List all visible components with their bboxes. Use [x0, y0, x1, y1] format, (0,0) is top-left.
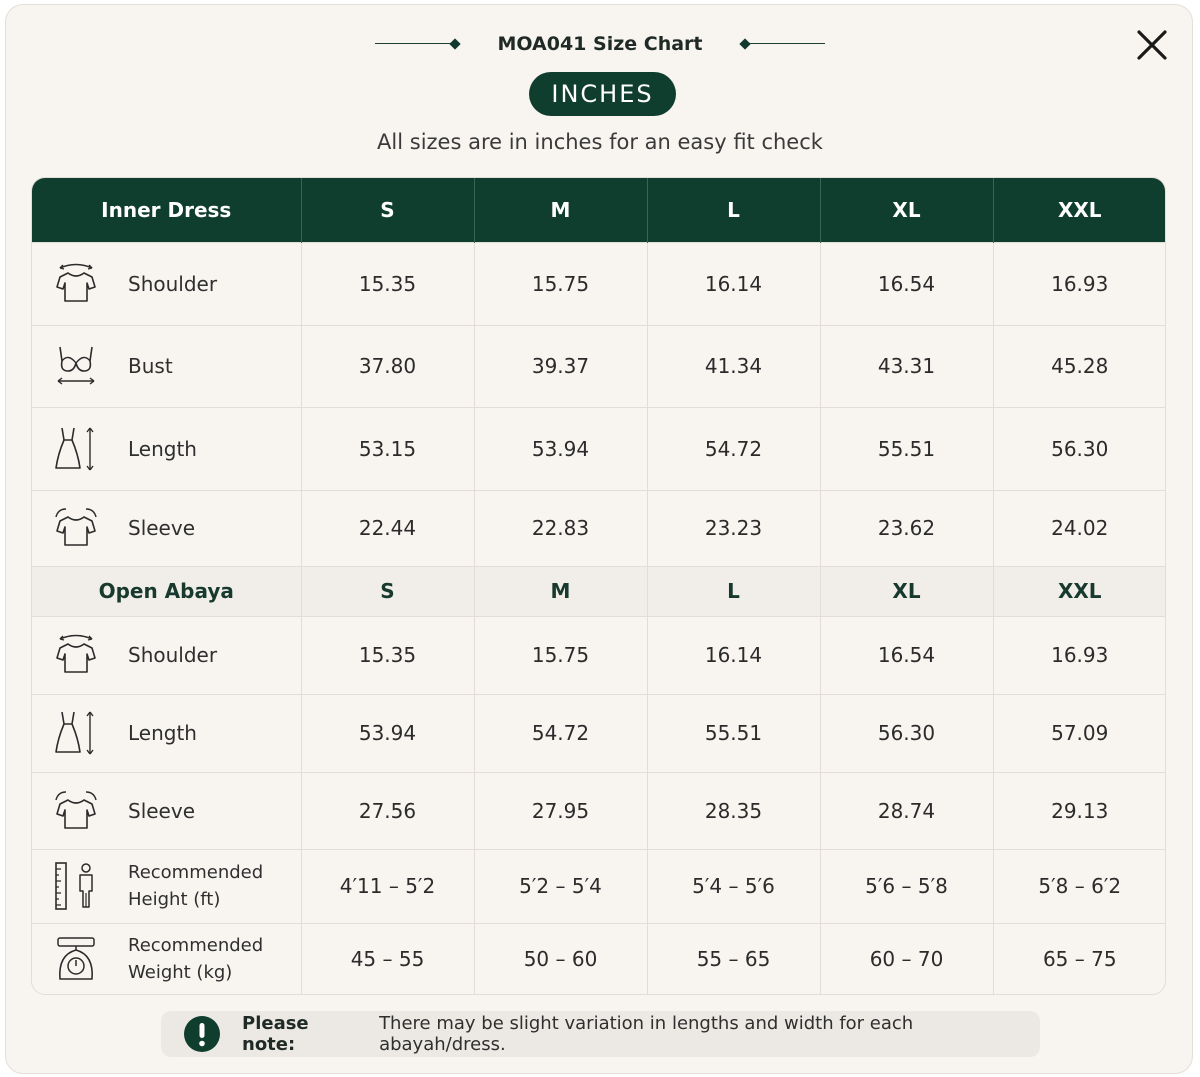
cell-value: 53.15 [301, 406, 475, 490]
table-row: Recommended Height (ft) 4′11 – 5′2 5′2 –… [32, 848, 1165, 923]
cell-value: 4′11 – 5′2 [301, 848, 475, 923]
section-size-l: L [647, 565, 821, 616]
cell-value: 56.30 [820, 693, 994, 772]
title-row: MOA041 Size Chart [6, 29, 1194, 59]
cell-value: 60 – 70 [820, 922, 994, 994]
header-section-label: Inner Dress [32, 178, 302, 242]
dress-length-icon [52, 426, 104, 472]
cell-value: 45.28 [993, 324, 1165, 407]
cell-value: 28.35 [647, 771, 821, 849]
sleeve-icon [52, 505, 104, 551]
cell-value: 53.94 [474, 406, 648, 490]
section-size-s: S [301, 565, 475, 616]
row-label: Shoulder [128, 271, 218, 296]
shirt-width-icon [52, 261, 104, 307]
header-size-xxl: XXL [993, 178, 1165, 242]
cell-value: 54.72 [647, 406, 821, 490]
table-row: Length 53.94 54.72 55.51 56.30 57.09 [32, 693, 1165, 772]
cell-value: 16.54 [820, 615, 994, 694]
row-label: Sleeve [128, 798, 196, 823]
cell-value: 29.13 [993, 771, 1165, 849]
dress-length-icon [52, 710, 104, 756]
cell-value: 16.93 [993, 241, 1165, 325]
table-header-row: Inner Dress S M L XL XXL [32, 178, 1165, 242]
unit-toggle-inches[interactable]: INCHES [531, 74, 674, 114]
section-size-m: M [474, 565, 648, 616]
table-row: Sleeve 27.56 27.95 28.35 28.74 29.13 [32, 771, 1165, 849]
cell-value: 65 – 75 [993, 922, 1165, 994]
please-note-banner: Please note: There may be slight variati… [161, 1011, 1040, 1057]
size-table: Inner Dress S M L XL XXL Shoulder 15.35 … [31, 177, 1166, 995]
cell-value: 15.75 [474, 615, 648, 694]
cell-value: 57.09 [993, 693, 1165, 772]
cell-value: 53.94 [301, 693, 475, 772]
header-size-s: S [301, 178, 475, 242]
cell-value: 43.31 [820, 324, 994, 407]
section-label: Open Abaya [32, 565, 302, 616]
height-icon [52, 862, 104, 910]
cell-value: 24.02 [993, 489, 1165, 566]
header-size-l: L [647, 178, 821, 242]
bra-icon [52, 343, 104, 389]
header-size-xl: XL [820, 178, 994, 242]
exclamation-icon [184, 1016, 220, 1052]
note-text: There may be slight variation in lengths… [379, 1013, 914, 1055]
cell-value: 5′6 – 5′8 [820, 848, 994, 923]
cell-value: 23.23 [647, 489, 821, 566]
cell-value: 22.83 [474, 489, 648, 566]
cell-value: 5′8 – 6′2 [993, 848, 1165, 923]
table-row: Shoulder 15.35 15.75 16.14 16.54 16.93 [32, 615, 1165, 694]
title-ornament-left [375, 37, 462, 51]
cell-value: 16.14 [647, 615, 821, 694]
cell-value: 16.54 [820, 241, 994, 325]
size-chart-modal: MOA041 Size Chart INCHES All sizes are i… [5, 4, 1193, 1074]
cell-value: 16.14 [647, 241, 821, 325]
sleeve-icon [52, 788, 104, 834]
cell-value: 27.56 [301, 771, 475, 849]
title-ornament-right [738, 37, 825, 51]
section-size-xl: XL [820, 565, 994, 616]
cell-value: 16.93 [993, 615, 1165, 694]
row-label: Shoulder [128, 643, 218, 667]
table-row: Length 53.15 53.94 54.72 55.51 56.30 [32, 406, 1165, 490]
table-row: Bust 37.80 39.37 41.34 43.31 45.28 [32, 324, 1165, 407]
cell-value: 50 – 60 [474, 922, 648, 994]
table-row: Sleeve 22.44 22.83 23.23 23.62 24.02 [32, 489, 1165, 566]
cell-value: 23.62 [820, 489, 994, 566]
cell-value: 55 – 65 [647, 922, 821, 994]
cell-value: 54.72 [474, 693, 648, 772]
modal-title: MOA041 Size Chart [497, 33, 703, 55]
header-size-m: M [474, 178, 648, 242]
cell-value: 45 – 55 [301, 922, 475, 994]
cell-value: 15.35 [301, 615, 475, 694]
cell-value: 37.80 [301, 324, 475, 407]
row-label: Sleeve [128, 516, 196, 540]
row-label: Recommended Weight (kg) [128, 934, 264, 983]
cell-value: 39.37 [474, 324, 648, 407]
section-size-xxl: XXL [993, 565, 1165, 616]
row-label: Length [128, 721, 197, 745]
cell-value: 55.51 [820, 406, 994, 490]
cell-value: 15.35 [301, 241, 475, 325]
cell-value: 27.95 [474, 771, 648, 849]
cell-value: 56.30 [993, 406, 1165, 490]
subtitle: All sizes are in inches for an easy fit … [377, 130, 823, 154]
cell-value: 5′4 – 5′6 [647, 848, 821, 923]
cell-value: 5′2 – 5′4 [474, 848, 648, 923]
row-label: Recommended Height (ft) [128, 862, 264, 910]
cell-value: 28.74 [820, 771, 994, 849]
cell-value: 41.34 [647, 324, 821, 407]
scale-icon [52, 936, 104, 982]
note-label: Please note: [242, 1013, 309, 1055]
cell-value: 22.44 [301, 489, 475, 566]
cell-value: 55.51 [647, 693, 821, 772]
table-row: Shoulder 15.35 15.75 16.14 16.54 16.93 [32, 241, 1165, 325]
close-icon[interactable] [1134, 27, 1170, 63]
table-row: Recommended Weight (kg) 45 – 55 50 – 60 … [32, 922, 1165, 994]
row-label: Length [128, 436, 197, 461]
cell-value: 15.75 [474, 241, 648, 325]
section-header-row: Open Abaya S M L XL XXL [32, 565, 1165, 616]
row-label: Bust [128, 354, 173, 378]
shirt-width-icon [52, 632, 104, 678]
